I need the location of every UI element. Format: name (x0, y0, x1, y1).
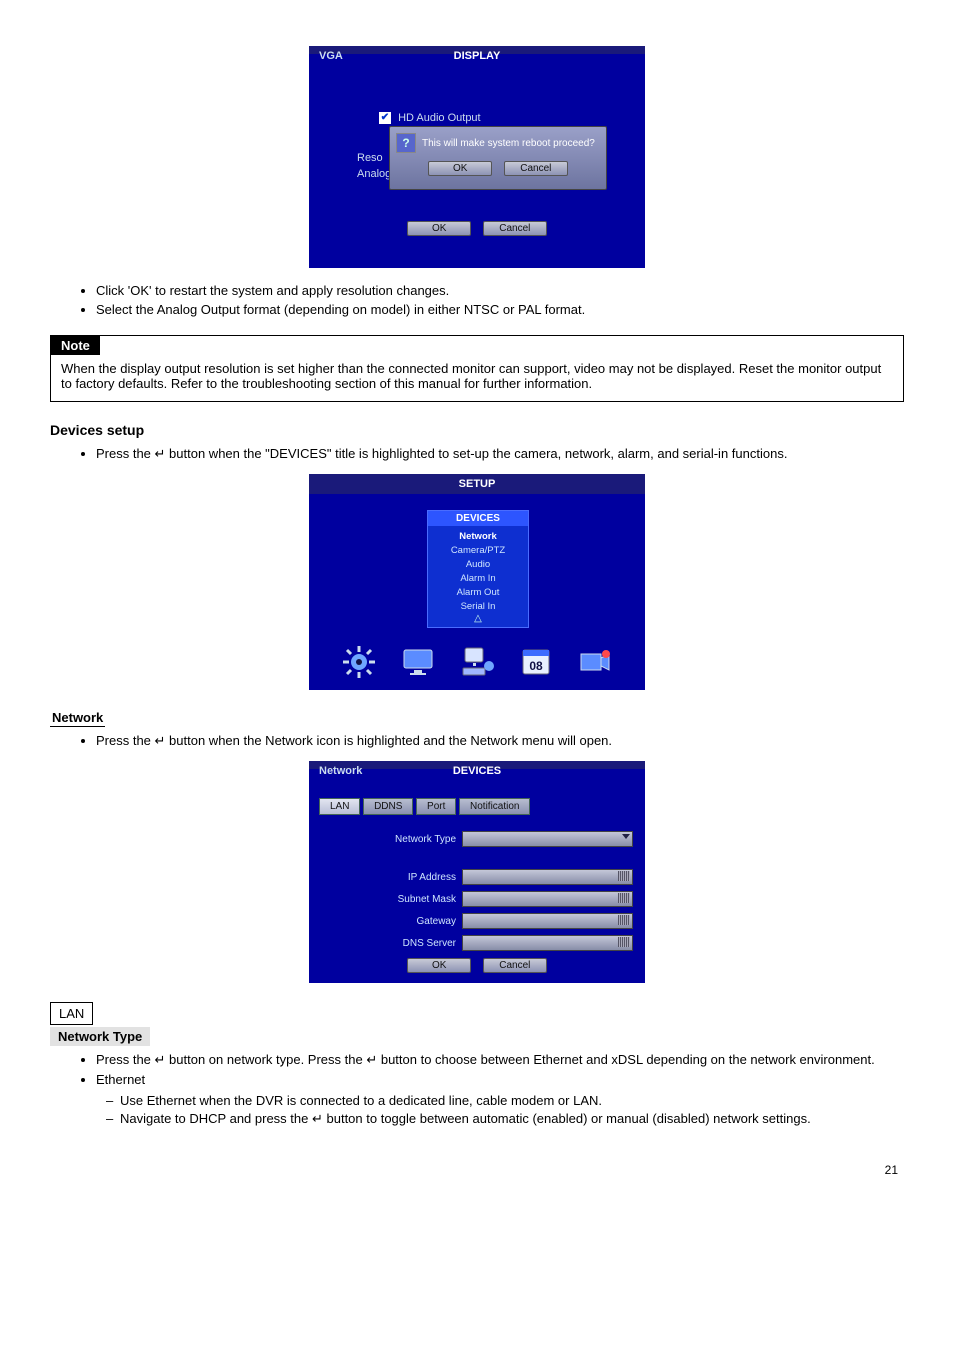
display-cancel-button[interactable]: Cancel (483, 221, 547, 236)
screenshot-setup-devices: SETUP DEVICES Network Camera/PTZ Audio A… (309, 474, 645, 690)
devices-menu-camera[interactable]: Camera/PTZ (428, 543, 528, 557)
calendar-icon[interactable]: 08 (518, 644, 554, 680)
display-side-labels: Reso Analog (357, 152, 391, 184)
enter-icon: ↵ (155, 1052, 166, 1068)
devices-menu-alarm-out[interactable]: Alarm Out (428, 585, 528, 599)
dash-dhcp-toggle: Navigate to DHCP and press the ↵ button … (106, 1111, 904, 1127)
network-cancel-button[interactable]: Cancel (483, 958, 547, 973)
dialog-ok-button[interactable]: OK (428, 161, 492, 176)
devices-menu-alarm-in[interactable]: Alarm In (428, 571, 528, 585)
dialog-cancel-button[interactable]: Cancel (504, 161, 568, 176)
hd-audio-label: HD Audio Output (398, 112, 481, 124)
label-dns-server: DNS Server (321, 938, 462, 949)
devices-icon[interactable] (459, 644, 495, 680)
dash-ethernet-use: Use Ethernet when the DVR is connected t… (106, 1093, 904, 1108)
reboot-dialog-text: This will make system reboot proceed? (422, 138, 595, 149)
setup-window-title: SETUP (309, 474, 645, 494)
keyboard-icon[interactable] (618, 893, 630, 903)
devices-menu-audio[interactable]: Audio (428, 557, 528, 571)
page-number: 21 (885, 1163, 898, 1177)
tab-notification[interactable]: Notification (459, 798, 530, 815)
devices-setup-heading: Devices setup (50, 422, 904, 438)
bullet-devices-enter: Press the ↵ button when the "DEVICES" ti… (96, 446, 904, 462)
network-ok-button[interactable]: OK (407, 958, 471, 973)
enter-icon: ↵ (366, 1052, 377, 1068)
keyboard-icon[interactable] (618, 937, 630, 947)
enter-icon: ↵ (155, 733, 166, 749)
display-ok-button[interactable]: OK (407, 221, 471, 236)
bullet-click-ok: Click 'OK' to restart the system and app… (96, 283, 904, 298)
enter-icon: ↵ (312, 1111, 323, 1127)
devices-menu-serial-in[interactable]: Serial In (428, 599, 528, 613)
lan-section-label: LAN (50, 1002, 93, 1025)
bullet-network-enter: Press the ↵ button when the Network icon… (96, 733, 904, 749)
question-icon: ? (396, 133, 416, 153)
devices-menu-panel: DEVICES Network Camera/PTZ Audio Alarm I… (427, 510, 529, 628)
monitor-icon[interactable] (400, 644, 436, 680)
devices-menu-header: DEVICES (428, 511, 528, 526)
devices-menu-network[interactable]: Network (428, 529, 528, 543)
record-icon[interactable] (577, 644, 613, 680)
network-type-label: Network Type (50, 1027, 150, 1046)
triangle-down-icon: △ (428, 613, 528, 624)
svg-text:08: 08 (529, 659, 543, 673)
gateway-input[interactable] (462, 913, 633, 929)
bullet-network-type-select: Press the ↵ button on network type. Pres… (96, 1052, 904, 1068)
label-network-type: Network Type (321, 834, 462, 845)
tab-lan[interactable]: LAN (319, 798, 360, 815)
dns-server-input[interactable] (462, 935, 633, 951)
note-heading: Note (51, 336, 100, 355)
gear-icon[interactable] (341, 644, 377, 680)
keyboard-icon[interactable] (618, 871, 630, 881)
bullet-ethernet: Ethernet (96, 1072, 904, 1087)
note-box: Note When the display output resolution … (50, 335, 904, 402)
note-body: When the display output resolution is se… (51, 355, 903, 401)
network-type-dropdown[interactable] (462, 831, 633, 847)
tab-ddns[interactable]: DDNS (363, 798, 413, 815)
bullet-analog-output: Select the Analog Output format (dependi… (96, 302, 904, 317)
subnet-mask-input[interactable] (462, 891, 633, 907)
network-heading: Network (50, 710, 105, 727)
ip-address-input[interactable] (462, 869, 633, 885)
hd-audio-checkbox[interactable]: ✔ (379, 112, 391, 124)
label-ip-address: IP Address (321, 872, 462, 883)
label-gateway: Gateway (321, 916, 462, 927)
keyboard-icon[interactable] (618, 915, 630, 925)
screenshot-network-settings: Network DEVICES LAN DDNS Port Notificati… (309, 761, 645, 983)
network-window-title-left: Network (319, 765, 362, 777)
screenshot-display-dialog: VGA DISPLAY ✔ HD Audio Output Reso Analo… (309, 46, 645, 268)
tab-port[interactable]: Port (416, 798, 456, 815)
enter-icon: ↵ (155, 446, 166, 462)
label-subnet-mask: Subnet Mask (321, 894, 462, 905)
reboot-confirm-dialog: ? This will make system reboot proceed? … (389, 126, 607, 190)
